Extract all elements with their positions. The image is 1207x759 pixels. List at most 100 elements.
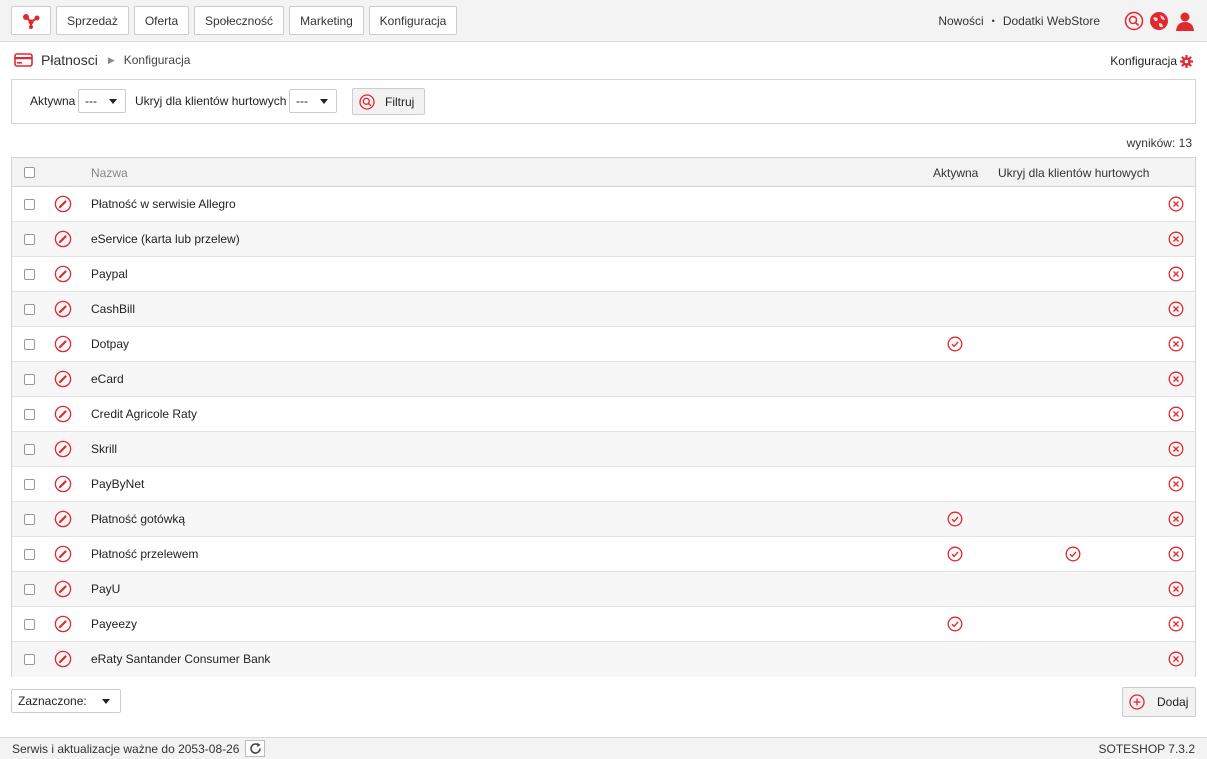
delete-icon[interactable] (1168, 196, 1184, 212)
column-active[interactable]: Aktywna (933, 166, 978, 180)
row-checkbox[interactable] (24, 444, 35, 455)
nav-spolecznosc[interactable]: Społeczność (194, 6, 284, 35)
delete-icon[interactable] (1168, 336, 1184, 352)
refresh-button[interactable] (245, 740, 265, 757)
edit-icon[interactable] (54, 615, 72, 633)
add-button[interactable]: Dodaj (1122, 687, 1196, 717)
filter-active-label: Aktywna (30, 94, 76, 108)
row-checkbox[interactable] (24, 234, 35, 245)
filter-button[interactable]: Filtruj (352, 88, 425, 115)
delete-icon[interactable] (1168, 406, 1184, 422)
nav-sprzedaz[interactable]: Sprzedaż (56, 6, 129, 35)
payment-name[interactable]: Dotpay (91, 337, 129, 351)
edit-icon[interactable] (54, 405, 72, 423)
delete-icon[interactable] (1168, 301, 1184, 317)
gear-icon (1180, 54, 1193, 68)
row-checkbox[interactable] (24, 619, 35, 630)
delete-icon[interactable] (1168, 546, 1184, 562)
bulk-action-label: Zaznaczone: (18, 694, 87, 708)
chevron-down-icon (320, 99, 328, 104)
search-icon[interactable] (1124, 11, 1144, 31)
row-checkbox[interactable] (24, 339, 35, 350)
edit-icon[interactable] (54, 580, 72, 598)
edit-icon[interactable] (54, 510, 72, 528)
edit-icon[interactable] (54, 195, 72, 213)
select-all-checkbox[interactable] (24, 167, 35, 178)
edit-icon[interactable] (54, 300, 72, 318)
row-checkbox[interactable] (24, 409, 35, 420)
delete-icon[interactable] (1168, 511, 1184, 527)
delete-icon[interactable] (1168, 371, 1184, 387)
filter-hide-select[interactable]: --- (289, 89, 337, 113)
row-checkbox[interactable] (24, 549, 35, 560)
payment-name[interactable]: Płatność gotówką (91, 512, 185, 526)
payment-name[interactable]: Skrill (91, 442, 117, 456)
column-hide[interactable]: Ukryj dla klientów hurtowych (998, 166, 1149, 180)
results-count: wyników: 13 (1126, 136, 1192, 150)
chevron-down-icon (102, 699, 110, 704)
delete-icon[interactable] (1168, 441, 1184, 457)
filter-button-label: Filtruj (385, 94, 415, 109)
edit-icon[interactable] (54, 230, 72, 248)
table-row: Dotpay (12, 327, 1195, 362)
row-checkbox[interactable] (24, 304, 35, 315)
payment-name[interactable]: Paypal (91, 267, 128, 281)
edit-icon[interactable] (54, 370, 72, 388)
filter-active-value: --- (85, 94, 97, 108)
payment-name[interactable]: eService (karta lub przelew) (91, 232, 240, 246)
row-checkbox[interactable] (24, 269, 35, 280)
breadcrumb-current: Konfiguracja (123, 53, 191, 67)
row-checkbox[interactable] (24, 584, 35, 595)
table-row: eService (karta lub przelew) (12, 222, 1195, 257)
top-links: Nowości • Dodatki WebStore (938, 14, 1100, 28)
row-checkbox[interactable] (24, 374, 35, 385)
delete-icon[interactable] (1168, 266, 1184, 282)
payment-name[interactable]: CashBill (91, 302, 135, 316)
breadcrumb: Płatnosci ▶ Konfiguracja (14, 52, 190, 68)
refresh-icon (249, 742, 261, 754)
edit-icon[interactable] (54, 440, 72, 458)
filter-active-select[interactable]: --- (78, 89, 126, 113)
page-title[interactable]: Płatnosci (41, 52, 98, 68)
delete-icon[interactable] (1168, 476, 1184, 492)
delete-icon[interactable] (1168, 581, 1184, 597)
edit-icon[interactable] (54, 265, 72, 283)
row-checkbox[interactable] (24, 199, 35, 210)
payment-name[interactable]: Payeezy (91, 617, 137, 631)
row-checkbox[interactable] (24, 514, 35, 525)
payment-name[interactable]: eRaty Santander Consumer Bank (91, 652, 270, 666)
config-link[interactable]: Konfiguracja (1110, 54, 1193, 68)
payment-name[interactable]: Płatność w serwisie Allegro (91, 197, 236, 211)
row-checkbox[interactable] (24, 479, 35, 490)
logo-button[interactable] (11, 6, 51, 35)
bulk-action-select[interactable]: Zaznaczone: (11, 689, 121, 713)
payment-name[interactable]: eCard (91, 372, 124, 386)
payment-name[interactable]: Credit Agricole Raty (91, 407, 197, 421)
delete-icon[interactable] (1168, 616, 1184, 632)
payment-name[interactable]: PayU (91, 582, 120, 596)
add-button-label: Dodaj (1157, 695, 1189, 709)
active-check-icon (947, 616, 963, 632)
edit-icon[interactable] (54, 545, 72, 563)
delete-icon[interactable] (1168, 651, 1184, 667)
version-label: SOTESHOP 7.3.2 (1098, 742, 1196, 756)
payment-name[interactable]: Płatność przelewem (91, 547, 198, 561)
nav-oferta[interactable]: Oferta (134, 6, 189, 35)
globe-icon[interactable] (1149, 11, 1169, 31)
edit-icon[interactable] (54, 475, 72, 493)
filter-panel: Aktywna --- Ukryj dla klientów hurtowych… (11, 79, 1196, 124)
table-row: Płatność przelewem (12, 537, 1195, 572)
nav-konfiguracja[interactable]: Konfiguracja (369, 6, 457, 35)
delete-icon[interactable] (1168, 231, 1184, 247)
edit-icon[interactable] (54, 650, 72, 668)
table-header: Nazwa Aktywna Ukryj dla klientów hurtowy… (12, 158, 1195, 187)
news-link[interactable]: Nowości (938, 14, 983, 28)
user-icon[interactable] (1175, 11, 1195, 31)
payment-name[interactable]: PayByNet (91, 477, 144, 491)
column-name[interactable]: Nazwa (91, 166, 128, 180)
webstore-link[interactable]: Dodatki WebStore (1003, 14, 1100, 28)
filter-hide-label: Ukryj dla klientów hurtowych (135, 94, 287, 108)
row-checkbox[interactable] (24, 654, 35, 665)
edit-icon[interactable] (54, 335, 72, 353)
nav-marketing[interactable]: Marketing (289, 6, 364, 35)
